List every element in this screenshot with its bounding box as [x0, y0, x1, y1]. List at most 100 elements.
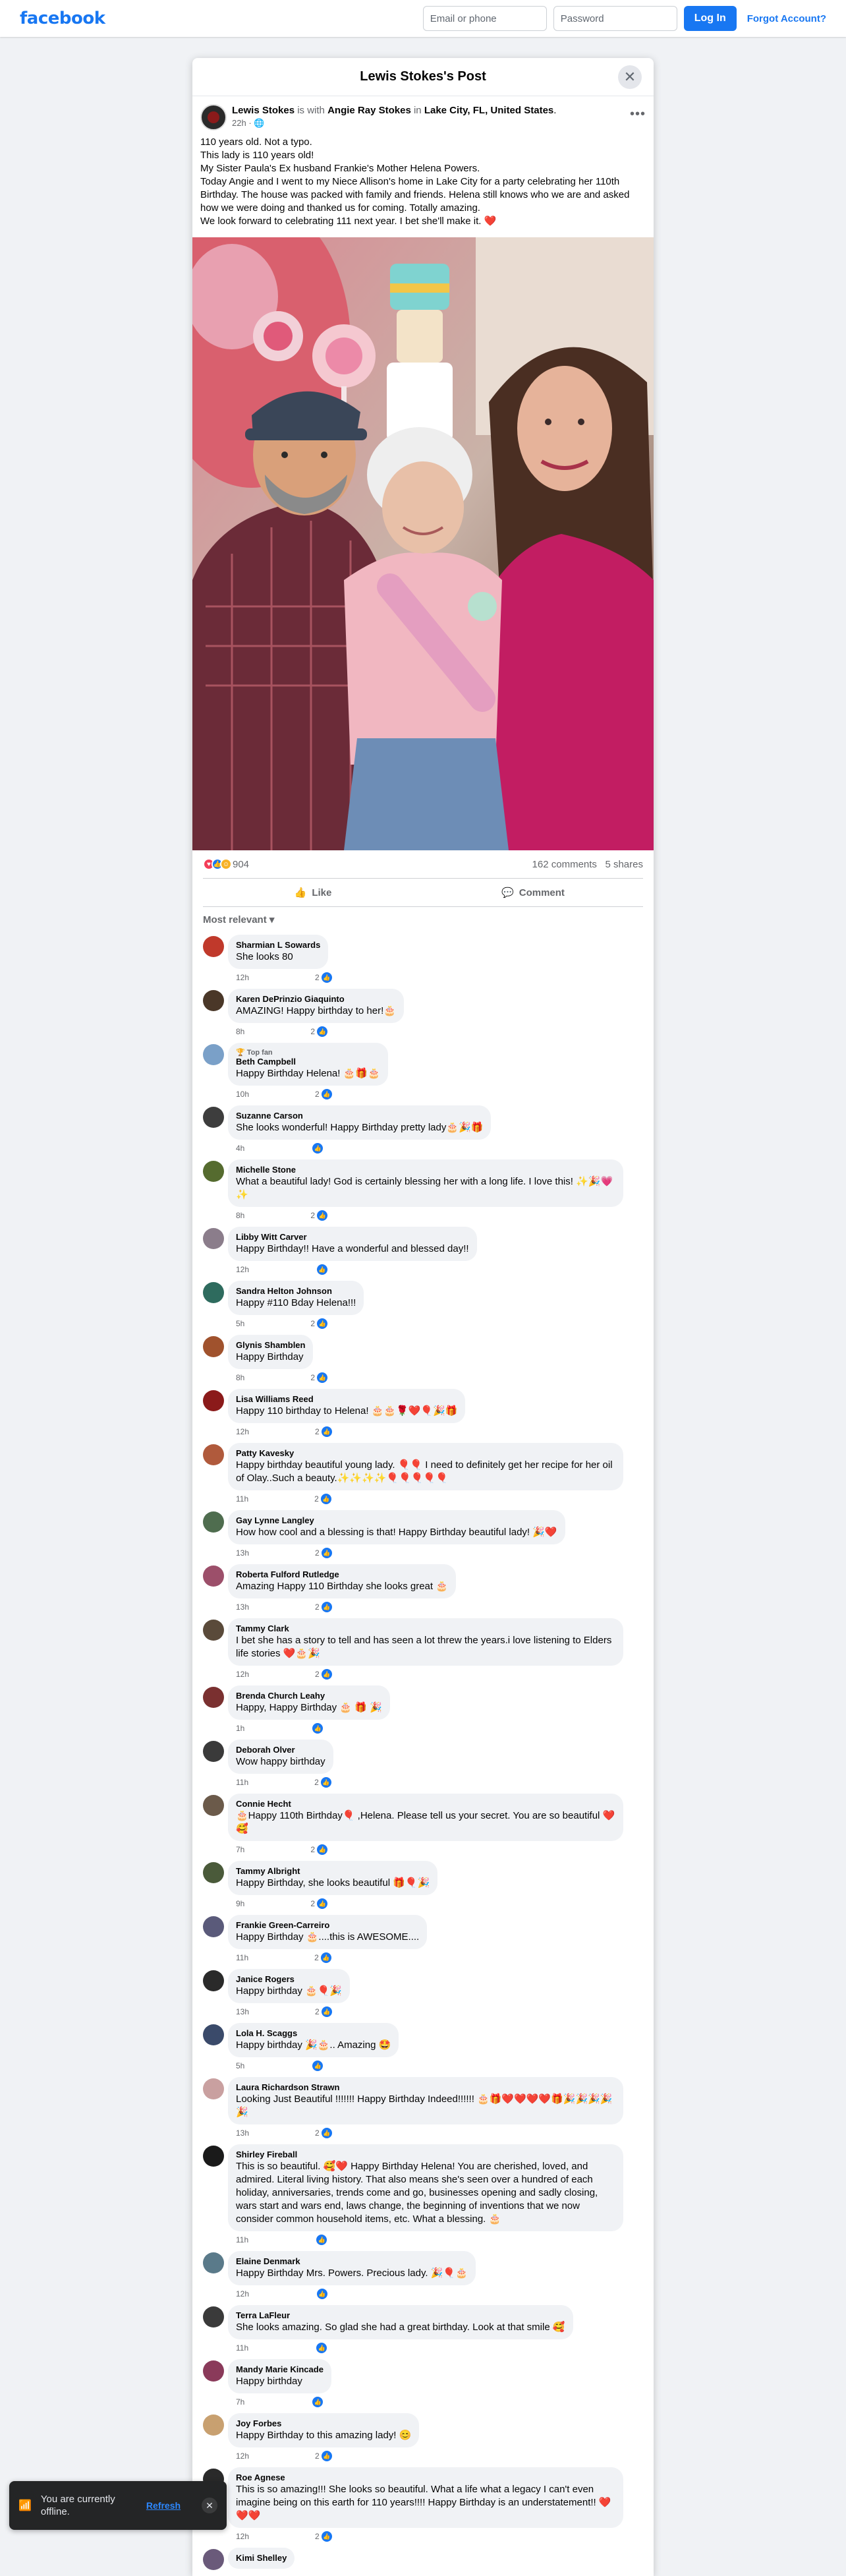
commenter-name[interactable]: Deborah Olver [236, 1745, 325, 1755]
commenter-name[interactable]: Brenda Church Leahy [236, 1691, 382, 1701]
comment-time[interactable]: 11h [236, 1494, 248, 1504]
commenter-name[interactable]: Joy Forbes [236, 2418, 411, 2429]
comment-time[interactable]: 11h [236, 2343, 248, 2353]
commenter-avatar[interactable] [203, 990, 224, 1011]
close-icon[interactable]: ✕ [202, 2498, 217, 2513]
commenter-avatar[interactable] [203, 2078, 224, 2099]
comment-reactions[interactable]: 2 👍 [310, 1318, 328, 1329]
comment-reactions[interactable]: 👍 [314, 2235, 327, 2245]
commenter-name[interactable]: Gay Lynne Langley [236, 1515, 557, 1526]
comment-time[interactable]: 12h [236, 2289, 249, 2298]
commenter-avatar[interactable] [203, 1916, 224, 1937]
commenter-avatar[interactable] [203, 1862, 224, 1883]
login-button[interactable]: Log In [683, 6, 737, 31]
comment-time[interactable]: 12h [236, 2451, 249, 2461]
commenter-avatar[interactable] [203, 1044, 224, 1065]
comment-reactions[interactable]: 2 👍 [310, 1210, 328, 1221]
comment-time[interactable]: 11h [236, 1778, 248, 1787]
comment-time[interactable]: 7h [236, 2397, 244, 2407]
commenter-avatar[interactable] [203, 2146, 224, 2167]
comment-time[interactable]: 13h [236, 1548, 249, 1558]
commenter-avatar[interactable] [203, 1228, 224, 1249]
tagged-name[interactable]: Angie Ray Stokes [327, 105, 411, 116]
comment-reactions[interactable]: 👍 [314, 2343, 327, 2353]
comment-reactions[interactable]: 2 👍 [315, 972, 332, 983]
author-name[interactable]: Lewis Stokes [232, 105, 295, 116]
email-field[interactable] [422, 6, 547, 31]
commenter-name[interactable]: Roberta Fulford Rutledge [236, 1569, 448, 1580]
comment-time[interactable]: 12h [236, 2532, 249, 2541]
comment-reactions[interactable]: 2 👍 [315, 1602, 332, 1612]
comment-reactions[interactable]: 2 👍 [310, 1898, 328, 1909]
comment-time[interactable]: 13h [236, 2128, 249, 2138]
comment-time[interactable]: 8h [236, 1027, 244, 1036]
comment-reactions[interactable]: 2 👍 [315, 1426, 332, 1437]
comment-reactions[interactable]: 👍 [315, 2289, 328, 2299]
commenter-name[interactable]: Patty Kavesky [236, 1448, 615, 1459]
commenter-avatar[interactable] [203, 2306, 224, 2327]
comment-time[interactable]: 12h [236, 1265, 249, 1274]
comment-reactions[interactable]: 👍 [310, 1143, 324, 1154]
commenter-name[interactable]: Michelle Stone [236, 1165, 615, 1175]
comment-time[interactable]: 1h [236, 1724, 244, 1733]
commenter-name[interactable]: Libby Witt Carver [236, 1232, 469, 1243]
commenter-avatar[interactable] [203, 1970, 224, 1991]
comment-reactions[interactable]: 2 👍 [314, 1494, 331, 1504]
comment-time[interactable]: 8h [236, 1373, 244, 1382]
commenter-name[interactable]: Sharmian L Sowards [236, 940, 320, 951]
comment-reactions[interactable]: 2 👍 [315, 2531, 332, 2542]
refresh-link[interactable]: Refresh [146, 2500, 181, 2511]
reaction-count[interactable]: 904 [233, 859, 249, 870]
comment-reactions[interactable]: 2 👍 [315, 2006, 332, 2017]
commenter-avatar[interactable] [203, 1390, 224, 1411]
commenter-name[interactable]: Laura Richardson Strawn [236, 2082, 615, 2093]
comment-time[interactable]: 7h [236, 1845, 244, 1854]
commenter-name[interactable]: Frankie Green-Carreiro [236, 1920, 419, 1931]
commenter-avatar[interactable] [203, 2549, 224, 2570]
commenter-avatar[interactable] [203, 1795, 224, 1816]
comment-reactions[interactable]: 👍 [310, 2061, 324, 2071]
comment-reactions[interactable]: 2 👍 [315, 2451, 332, 2461]
comment-time[interactable]: 9h [236, 1899, 244, 1908]
reaction-icons[interactable]: ♥ 👍 ☺ [203, 858, 232, 870]
commenter-avatar[interactable] [203, 1687, 224, 1708]
commenter-name[interactable]: Tammy Albright [236, 1866, 430, 1877]
comment-time[interactable]: 5h [236, 1319, 244, 1328]
comment-reactions[interactable]: 👍 [310, 1723, 324, 1734]
commenter-avatar[interactable] [203, 2415, 224, 2436]
commenter-name[interactable]: Janice Rogers [236, 1974, 342, 1985]
comment-time[interactable]: 12h [236, 973, 249, 982]
comment-button[interactable]: 💬 Comment [423, 879, 643, 906]
comment-time[interactable]: 13h [236, 1602, 249, 1612]
commenter-name[interactable]: Suzanne Carson [236, 1111, 483, 1121]
commenter-avatar[interactable] [203, 1444, 224, 1465]
commenter-avatar[interactable] [203, 1511, 224, 1533]
commenter-name[interactable]: Terra LaFleur [236, 2310, 565, 2321]
more-options-icon[interactable]: ••• [630, 104, 646, 122]
comment-reactions[interactable]: 2 👍 [314, 1777, 331, 1788]
comment-reactions[interactable]: 2 👍 [310, 1844, 328, 1855]
commenter-avatar[interactable] [203, 2360, 224, 2382]
forgot-account-link[interactable]: Forgot Account? [747, 13, 826, 24]
author-avatar[interactable] [200, 104, 227, 131]
comment-reactions[interactable]: 2 👍 [315, 1089, 332, 1099]
commenter-name[interactable]: Lola H. Scaggs [236, 2028, 391, 2039]
comment-time[interactable]: 4h [236, 1144, 244, 1153]
comment-reactions[interactable]: 2 👍 [315, 1669, 332, 1680]
comment-reactions[interactable]: 2 👍 [315, 2128, 332, 2138]
comment-time[interactable]: 11h [236, 2235, 248, 2244]
commenter-name[interactable]: Roe Agnese [236, 2473, 615, 2483]
commenter-name[interactable]: Sandra Helton Johnson [236, 1286, 356, 1297]
commenter-name[interactable]: Elaine Denmark [236, 2256, 468, 2267]
like-button[interactable]: 👍 Like [203, 879, 423, 906]
facebook-logo[interactable]: facebook [20, 9, 105, 28]
commenter-avatar[interactable] [203, 1741, 224, 1762]
comment-time[interactable]: 11h [236, 1953, 248, 1962]
commenter-avatar[interactable] [203, 936, 224, 957]
commenter-name[interactable]: Tammy Clark [236, 1624, 615, 1634]
shares-count[interactable]: 5 shares [605, 859, 643, 870]
comment-reactions[interactable]: 2 👍 [314, 1952, 331, 1963]
commenter-avatar[interactable] [203, 1107, 224, 1128]
comment-sort-dropdown[interactable]: Most relevant ▾ [192, 907, 654, 929]
commenter-avatar[interactable] [203, 2024, 224, 2045]
